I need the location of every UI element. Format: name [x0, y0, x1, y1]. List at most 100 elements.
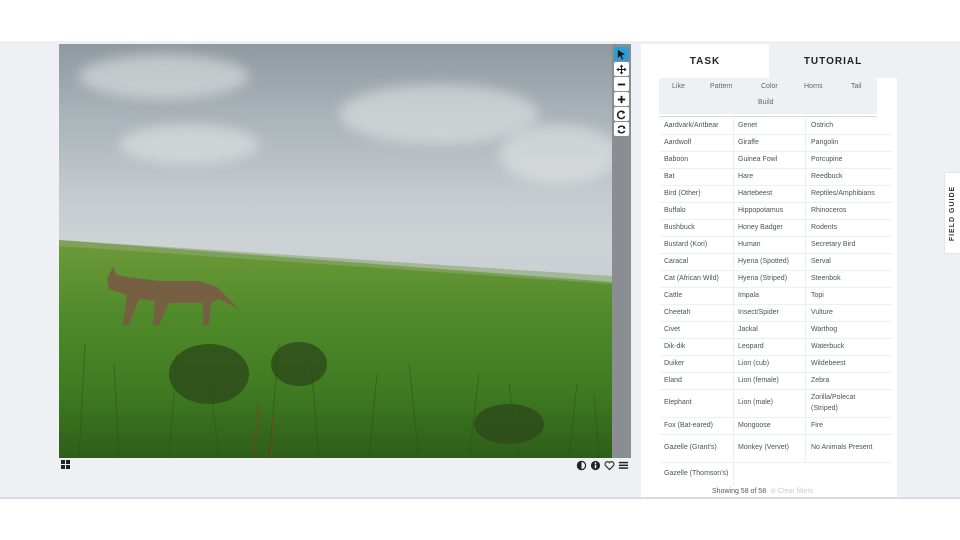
species-option[interactable]: Guinea Fowl	[733, 152, 805, 168]
plus-icon	[617, 95, 626, 103]
zoom-out-button[interactable]	[614, 77, 629, 91]
filter-like[interactable]: Like	[672, 83, 685, 90]
species-option[interactable]: Baboon	[660, 152, 733, 168]
species-option[interactable]: Ostrich	[805, 118, 883, 134]
filter-color[interactable]: Color	[761, 83, 778, 90]
species-option[interactable]: Cattle	[660, 288, 733, 304]
species-option[interactable]: Hartebeest	[733, 186, 805, 202]
species-row: Dik-dik Leopard Waterbuck	[660, 339, 892, 356]
species-option[interactable]: Rhinoceros	[805, 203, 883, 219]
species-option[interactable]: Elephant	[660, 390, 733, 417]
species-option[interactable]: Hyena (Striped)	[733, 271, 805, 287]
species-option[interactable]: Caracal	[660, 254, 733, 270]
species-option[interactable]: Reedbuck	[805, 169, 883, 185]
species-option[interactable]: Hippopotamus	[733, 203, 805, 219]
species-row: Bushbuck Honey Badger Rodents	[660, 220, 892, 237]
info-button[interactable]	[590, 460, 601, 471]
species-option[interactable]: Dik-dik	[660, 339, 733, 355]
tab-task[interactable]: TASK	[641, 44, 769, 78]
species-option[interactable]: Cheetah	[660, 305, 733, 321]
filter-horns[interactable]: Horns	[804, 83, 823, 90]
species-option[interactable]: No Animals Present	[805, 435, 883, 462]
species-option-empty	[805, 463, 883, 486]
species-option[interactable]: Vulture	[805, 305, 883, 321]
species-option[interactable]: Duiker	[660, 356, 733, 372]
collections-button[interactable]	[618, 460, 629, 471]
species-option[interactable]: Porcupine	[805, 152, 883, 168]
field-guide-tab[interactable]: FIELD GUIDE	[944, 172, 960, 254]
task-tabs: TASK TUTORIAL	[641, 44, 897, 78]
image-metadata-tools	[576, 460, 632, 472]
species-option[interactable]: Pangolin	[805, 135, 883, 151]
filter-tail[interactable]: Tail	[851, 83, 862, 90]
species-option[interactable]: Giraffe	[733, 135, 805, 151]
divider	[659, 116, 877, 117]
species-option[interactable]: Mongoose	[733, 418, 805, 434]
species-option[interactable]: Secretary Bird	[805, 237, 883, 253]
clear-filters-icon: ⊘	[770, 488, 776, 495]
species-option[interactable]: Honey Badger	[733, 220, 805, 236]
species-row: Aardvark/Antbear Genet Ostrich	[660, 118, 892, 135]
species-option[interactable]: Topi	[805, 288, 883, 304]
species-option[interactable]: Wildebeest	[805, 356, 883, 372]
pointer-tool-button[interactable]	[614, 47, 629, 61]
species-row: Cattle Impala Topi	[660, 288, 892, 305]
species-option[interactable]: Hyena (Spotted)	[733, 254, 805, 270]
species-row: Cat (African Wild) Hyena (Striped) Steen…	[660, 271, 892, 288]
species-option[interactable]: Lion (female)	[733, 373, 805, 389]
species-option[interactable]: Reptiles/Amphibians	[805, 186, 883, 202]
grid-view-icon[interactable]	[61, 460, 71, 470]
filter-build[interactable]: Build	[758, 99, 774, 106]
species-option[interactable]: Genet	[733, 118, 805, 134]
species-option[interactable]: Steenbok	[805, 271, 883, 287]
species-option[interactable]: Human	[733, 237, 805, 253]
species-row: Bat Hare Reedbuck	[660, 169, 892, 186]
zoom-in-button[interactable]	[614, 92, 629, 106]
species-option[interactable]: Zebra	[805, 373, 883, 389]
species-option[interactable]: Lion (cub)	[733, 356, 805, 372]
filter-pattern[interactable]: Pattern	[710, 83, 733, 90]
species-option[interactable]: Warthog	[805, 322, 883, 338]
species-option[interactable]: Bustard (Kori)	[660, 237, 733, 253]
species-option[interactable]: Rodents	[805, 220, 883, 236]
reset-icon	[617, 125, 626, 133]
species-option[interactable]: Gazelle (Grant's)	[660, 435, 733, 462]
species-option[interactable]: Cat (African Wild)	[660, 271, 733, 287]
species-option[interactable]: Monkey (Vervet)	[733, 435, 805, 462]
reset-view-button[interactable]	[614, 122, 629, 136]
species-option[interactable]: Hare	[733, 169, 805, 185]
clear-filters-button[interactable]: ⊘ Clear filters	[770, 488, 813, 495]
species-option[interactable]: Aardvark/Antbear	[660, 118, 733, 134]
species-row: Elephant Lion (male) Zorilla/Polecat (St…	[660, 390, 892, 418]
pan-tool-button[interactable]	[614, 62, 629, 76]
rotate-button[interactable]	[614, 107, 629, 121]
species-option[interactable]: Fox (Bat-eared)	[660, 418, 733, 434]
species-row: Fox (Bat-eared) Mongoose Fire	[660, 418, 892, 435]
subject-image[interactable]	[59, 44, 612, 458]
contrast-button[interactable]	[576, 460, 587, 471]
species-row: Civet Jackal Warthog	[660, 322, 892, 339]
species-option[interactable]: Aardwolf	[660, 135, 733, 151]
tab-tutorial[interactable]: TUTORIAL	[769, 44, 897, 78]
favorite-button[interactable]	[604, 460, 615, 471]
species-option[interactable]: Eland	[660, 373, 733, 389]
species-option[interactable]: Insect/Spider	[733, 305, 805, 321]
field-guide-label: FIELD GUIDE	[949, 185, 957, 241]
species-option[interactable]: Zorilla/Polecat (Striped)	[805, 390, 883, 417]
species-option[interactable]: Bat	[660, 169, 733, 185]
species-option[interactable]: Gazelle (Thomson's)	[660, 463, 733, 486]
info-icon	[590, 460, 601, 471]
species-option[interactable]: Lion (male)	[733, 390, 805, 417]
species-row: Gazelle (Thomson's)	[660, 463, 892, 486]
species-option[interactable]: Buffalo	[660, 203, 733, 219]
species-option[interactable]: Civet	[660, 322, 733, 338]
species-option[interactable]: Bushbuck	[660, 220, 733, 236]
species-option[interactable]: Waterbuck	[805, 339, 883, 355]
species-option[interactable]: Serval	[805, 254, 883, 270]
species-option[interactable]: Impala	[733, 288, 805, 304]
species-option[interactable]: Leopard	[733, 339, 805, 355]
species-option[interactable]: Jackal	[733, 322, 805, 338]
species-row: Gazelle (Grant's) Monkey (Vervet) No Ani…	[660, 435, 892, 463]
species-option[interactable]: Fire	[805, 418, 883, 434]
species-option[interactable]: Bird (Other)	[660, 186, 733, 202]
